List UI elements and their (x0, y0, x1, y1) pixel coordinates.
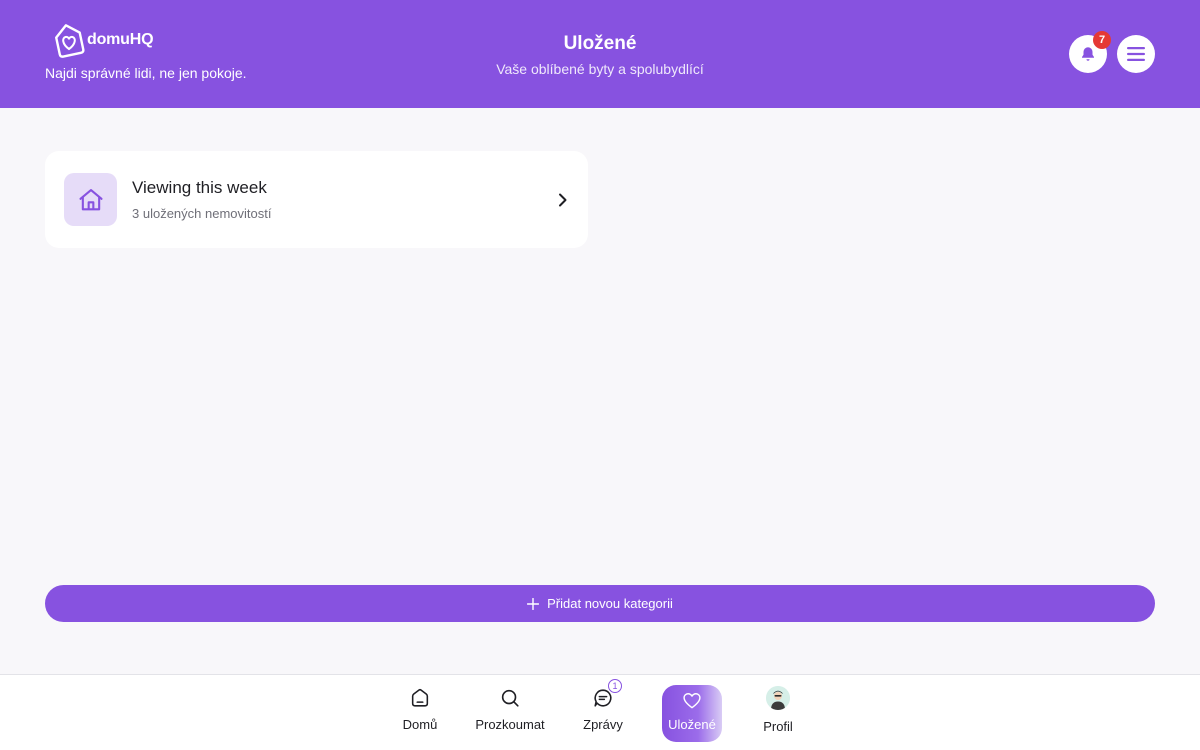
add-category-button[interactable]: Přidat novou kategorii (45, 585, 1155, 622)
nav-item-home[interactable]: Domů (380, 685, 460, 743)
chevron-right-icon (558, 193, 568, 207)
nav-item-messages[interactable]: 1 Zprávy (563, 679, 643, 743)
chat-icon: 1 (592, 679, 622, 711)
nav-item-explore[interactable]: Prozkoumat (470, 685, 550, 743)
add-category-label: Přidat novou kategorii (547, 596, 673, 611)
notifications-button[interactable]: 7 (1069, 31, 1111, 73)
plus-icon (527, 597, 540, 610)
menu-button[interactable] (1117, 35, 1155, 73)
page-subtitle: Vaše oblíbené byty a spolubydlící (496, 61, 704, 77)
hamburger-menu-icon (1127, 47, 1145, 61)
nav-item-profile[interactable]: Profil (738, 685, 818, 743)
avatar-wrapper (766, 685, 790, 711)
bell-icon (1082, 47, 1094, 61)
nav-label-profile: Profil (763, 719, 793, 734)
nav-label-messages: Zprávy (583, 717, 623, 732)
category-card[interactable]: Viewing this week 3 uložených nemovitost… (45, 151, 588, 248)
home-icon (409, 685, 431, 711)
house-icon (78, 188, 103, 210)
bottom-nav: Domů Prozkoumat 1 Zprávy Uložené Profil (0, 674, 1200, 750)
category-count: 3 uložených nemovitostí (132, 206, 272, 221)
nav-label-saved: Uložené (668, 717, 716, 732)
messages-count-badge: 1 (608, 679, 622, 693)
saved-content: Viewing this week 3 uložených nemovitost… (0, 108, 1200, 674)
page-title-block: Uložené Vaše oblíbené byty a spolubydlíc… (0, 33, 1200, 77)
category-title: Viewing this week (132, 178, 267, 197)
app-header: domuHQ Najdi správné lidi, ne jen pokoje… (0, 0, 1200, 108)
notification-count-badge: 7 (1093, 31, 1111, 49)
heart-icon (682, 688, 702, 714)
search-icon (499, 685, 521, 711)
nav-label-home: Domů (402, 717, 438, 732)
avatar (766, 686, 790, 710)
nav-label-explore: Prozkoumat (475, 717, 545, 732)
nav-item-saved[interactable]: Uložené (662, 685, 722, 742)
page-title: Uložené (563, 33, 637, 54)
category-icon-tile (64, 173, 117, 226)
